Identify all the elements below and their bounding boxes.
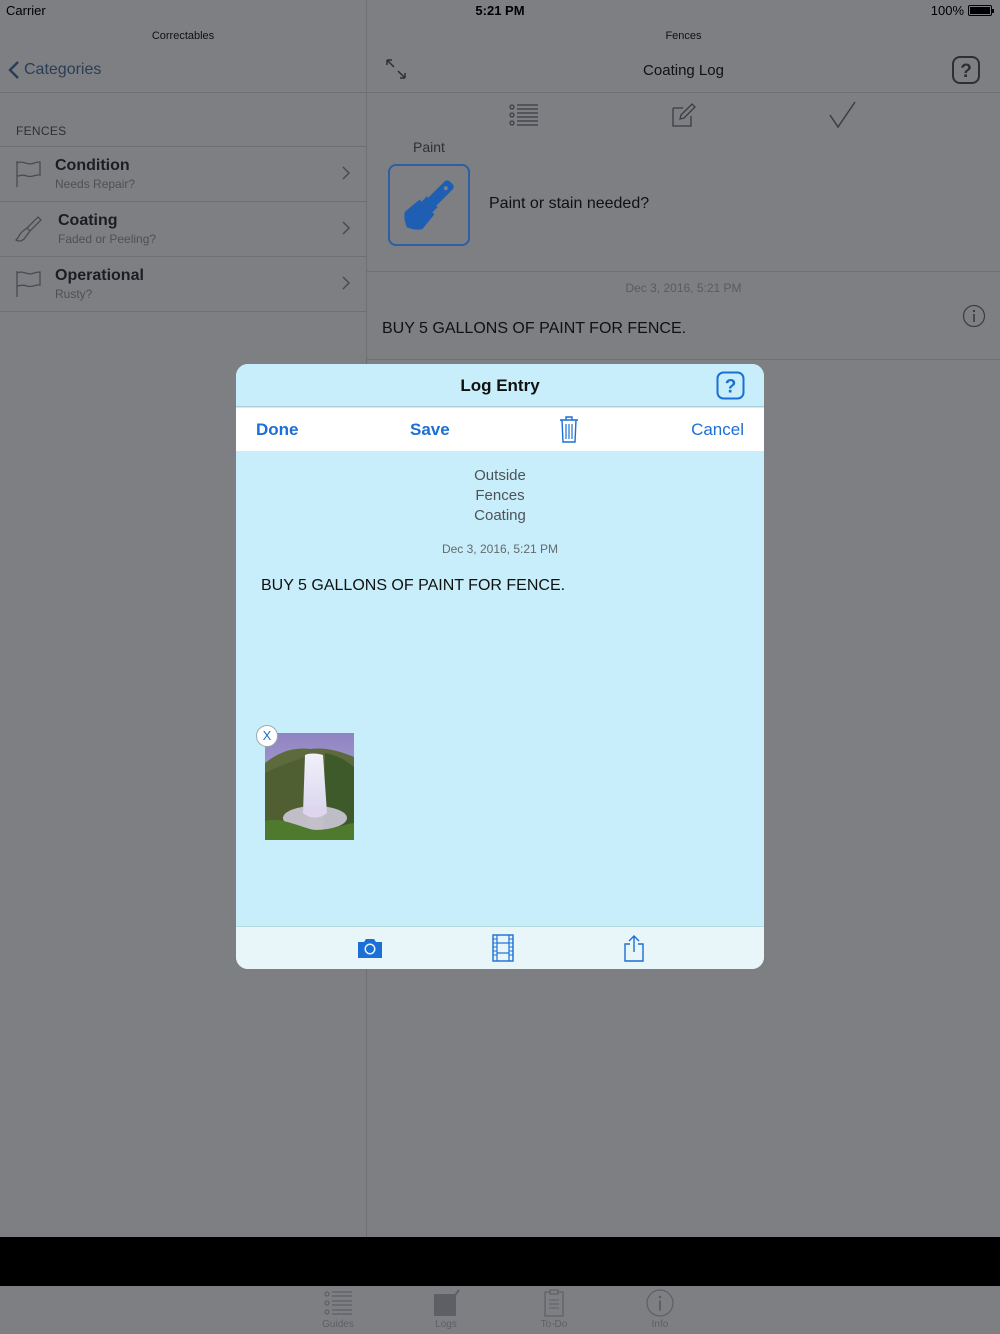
tab-todo[interactable]: To-Do [524, 1288, 584, 1330]
tab-guides[interactable]: Guides [308, 1288, 368, 1330]
modal-header: Log Entry ? [236, 364, 764, 407]
category-subtitle: Rusty? [55, 287, 93, 301]
battery-indicator: 100% [930, 3, 994, 18]
share-icon[interactable] [620, 934, 648, 962]
back-button[interactable]: Categories [8, 60, 101, 80]
flag-icon [16, 161, 41, 187]
help-icon[interactable]: ? [716, 371, 745, 400]
paint-question: Paint or stain needed? [489, 195, 650, 212]
waterfall-photo [265, 733, 354, 840]
category-title: Condition [55, 157, 130, 174]
list-icon[interactable] [508, 100, 540, 130]
bottom-black-bar [0, 1237, 1000, 1286]
category-subtitle: Faded or Peeling? [58, 232, 157, 246]
category-row-condition[interactable]: Condition Needs Repair? [0, 147, 366, 202]
modal-toolbar: Done Save Cancel [236, 408, 764, 451]
chevron-right-icon [342, 276, 351, 290]
clipboard-icon [544, 1289, 564, 1317]
detail-nav-bar: Fences Coating Log ? [367, 22, 1000, 93]
modal-date: Dec 3, 2016, 5:21 PM [441, 542, 559, 556]
attached-photo-thumbnail[interactable] [265, 733, 354, 840]
category-subtitle: Needs Repair? [55, 177, 136, 191]
log-entry-modal: Log Entry ? Done Save Cancel Outside Fen… [236, 364, 764, 969]
save-button[interactable]: Save [410, 420, 450, 440]
tab-label: Guides [322, 1319, 354, 1330]
help-icon[interactable]: ? [951, 55, 981, 85]
remove-photo-button[interactable]: X [256, 725, 278, 747]
master-mini-title: Correctables [151, 30, 215, 42]
tab-bar: Guides Logs To-Do Info [0, 1286, 1000, 1334]
path-category: Coating [474, 507, 526, 524]
category-row-operational[interactable]: Operational Rusty? [0, 257, 366, 312]
flag-icon [16, 271, 41, 297]
tab-label: Info [651, 1319, 669, 1330]
battery-percent: 100% [930, 3, 964, 18]
category-title: Coating [58, 212, 118, 229]
log-entry-date: Dec 3, 2016, 5:21 PM [625, 281, 742, 295]
back-button-label: Categories [24, 61, 102, 78]
svg-text:?: ? [960, 61, 972, 82]
expand-icon[interactable] [385, 58, 407, 80]
category-list: Condition Needs Repair? Coating Faded or… [0, 146, 366, 312]
tab-label: Logs [435, 1319, 457, 1330]
modal-title: Log Entry [460, 376, 540, 395]
chevron-right-icon [342, 166, 351, 180]
battery-icon [968, 5, 994, 16]
detail-segment-bar [367, 96, 1000, 136]
section-header: FENCES [16, 124, 67, 138]
info-icon [646, 1289, 674, 1317]
paint-label: Paint [413, 139, 445, 155]
trash-icon[interactable] [558, 414, 580, 444]
modal-footer [236, 926, 764, 969]
modal-body: Outside Fences Coating Dec 3, 2016, 5:21… [236, 451, 764, 926]
category-title: Operational [55, 267, 144, 284]
checkmark-icon[interactable] [826, 100, 858, 130]
paintbrush-icon [404, 180, 454, 230]
chevron-left-icon [8, 61, 19, 79]
log-entry-text[interactable]: BUY 5 GALLONS OF PAINT FOR FENCE. [382, 320, 686, 338]
paintbrush-icon [15, 216, 42, 242]
detail-mini-title: Fences [665, 30, 702, 42]
info-icon[interactable] [962, 304, 986, 328]
category-row-coating[interactable]: Coating Faded or Peeling? [0, 202, 366, 257]
paint-tile[interactable] [388, 164, 470, 246]
modal-entry-text[interactable]: BUY 5 GALLONS OF PAINT FOR FENCE. [261, 577, 565, 595]
tab-label: To-Do [540, 1319, 568, 1330]
cancel-button[interactable]: Cancel [691, 420, 744, 440]
tab-logs[interactable]: Logs [416, 1288, 476, 1330]
path-location: Outside [474, 467, 526, 484]
separator [367, 359, 1000, 360]
done-button[interactable]: Done [256, 420, 299, 440]
check-square-icon [434, 1289, 460, 1316]
path-area: Fences [475, 487, 525, 504]
list-icon [324, 1291, 352, 1315]
film-icon[interactable] [489, 934, 517, 962]
master-nav-bar: Correctables Categories [0, 22, 366, 93]
camera-icon[interactable] [356, 934, 384, 962]
svg-text:?: ? [725, 377, 737, 398]
detail-title: Coating Log [643, 62, 724, 79]
tab-info[interactable]: Info [630, 1288, 690, 1330]
edit-icon[interactable] [667, 100, 699, 130]
chevron-right-icon [342, 221, 351, 235]
separator [367, 271, 1000, 272]
